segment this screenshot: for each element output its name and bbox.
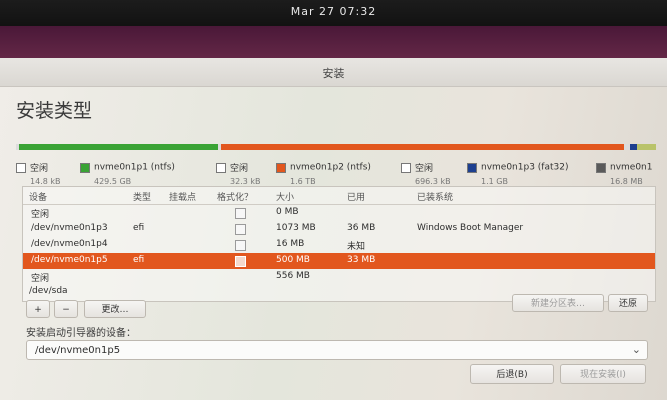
legend-name: 空闲 xyxy=(415,164,434,174)
partition-bar-segment xyxy=(19,144,218,150)
legend-name: nvme0n1p1 (ntfs) xyxy=(94,162,175,173)
legend-name: nvme0n1p2 (ntfs) xyxy=(290,162,371,173)
legend-name: nvme0n1 xyxy=(610,162,653,173)
new-partition-table-button[interactable]: 新建分区表… xyxy=(512,294,604,312)
format-checkbox[interactable] xyxy=(235,256,246,267)
table-row-selected[interactable]: /dev/nvme0n1p5 efi 500 MB 33 MB xyxy=(23,253,655,269)
cell-device: /dev/nvme0n1p5 xyxy=(31,255,108,265)
table-row[interactable]: 空闲 0 MB xyxy=(23,205,655,221)
install-now-button[interactable]: 现在安装(I) xyxy=(560,364,646,384)
cell-device: 空闲 xyxy=(31,274,50,284)
legend-swatch xyxy=(80,162,90,173)
cell-type: efi xyxy=(133,223,145,233)
legend-swatch xyxy=(16,162,26,173)
legend-size: 14.8 kB xyxy=(30,177,61,186)
cell-device: /dev/sda xyxy=(29,286,68,296)
partition-bar-segment xyxy=(220,144,624,150)
legend-size: 16.8 MB xyxy=(610,177,643,186)
bootloader-device-value: /dev/nvme0n1p5 xyxy=(35,345,121,356)
revert-button[interactable]: 还原 xyxy=(608,294,648,312)
legend-swatch xyxy=(596,162,606,173)
window-title: 安装 xyxy=(322,67,345,80)
partition-table: 设备 类型 挂载点 格式化？ 大小 已用 已装系统 空闲 0 MB /dev/n… xyxy=(22,186,656,302)
legend-name: 空闲 xyxy=(230,164,249,174)
legend-swatch xyxy=(401,162,411,173)
legend-size: 1.6 TB xyxy=(290,177,316,186)
cell-used: 36 MB xyxy=(347,223,376,233)
legend-item: nvme0n1 16.8 MB xyxy=(596,157,653,186)
change-partition-button[interactable]: 更改… xyxy=(84,300,146,318)
legend-size: 32.3 kB xyxy=(230,177,261,186)
partition-legend: 空闲 14.8 kB nvme0n1p1 (ntfs) 429.5 GB 空闲 … xyxy=(16,157,667,186)
format-checkbox[interactable] xyxy=(235,208,246,219)
installer-window: 安装 安装类型 空闲 14.8 kB nvme0n1p1 (ntfs) 429.… xyxy=(0,58,667,400)
col-system-header[interactable]: 已装系统 xyxy=(417,190,453,203)
format-checkbox[interactable] xyxy=(235,224,246,235)
legend-item: nvme0n1p2 (ntfs) 1.6 TB xyxy=(276,157,371,186)
cell-used: 未知 xyxy=(347,242,366,252)
legend-size: 696.3 kB xyxy=(415,177,451,186)
cell-type: efi xyxy=(133,255,145,265)
partition-bar xyxy=(16,144,656,150)
col-mount-header[interactable]: 挂载点 xyxy=(169,190,196,203)
bootloader-device-select[interactable]: /dev/nvme0n1p5 ⌄ xyxy=(26,340,648,360)
legend-item: nvme0n1p1 (ntfs) 429.5 GB xyxy=(80,157,175,186)
cell-size: 1073 MB xyxy=(276,223,316,233)
legend-size: 1.1 GB xyxy=(481,177,508,186)
remove-partition-button[interactable]: − xyxy=(54,300,78,318)
col-format-header[interactable]: 格式化？ xyxy=(217,190,253,203)
legend-swatch xyxy=(276,162,286,173)
legend-item: 空闲 696.3 kB xyxy=(401,157,451,186)
clock[interactable]: Mar 27 07:32 xyxy=(0,5,667,18)
col-size-header[interactable]: 大小 xyxy=(276,190,294,203)
cell-size: 16 MB xyxy=(276,239,305,249)
window-titlebar[interactable]: 安装 xyxy=(0,58,667,87)
legend-swatch xyxy=(467,162,477,173)
legend-size: 429.5 GB xyxy=(94,177,132,186)
legend-name: nvme0n1p3 (fat32) xyxy=(481,162,569,173)
legend-item: 空闲 32.3 kB xyxy=(216,157,260,186)
chevron-down-icon[interactable]: ⌄ xyxy=(632,343,641,356)
legend-item: 空闲 14.8 kB xyxy=(16,157,60,186)
cell-used: 33 MB xyxy=(347,255,376,265)
cell-size: 500 MB xyxy=(276,255,310,265)
back-button[interactable]: 后退(B) xyxy=(470,364,554,384)
col-device-header[interactable]: 设备 xyxy=(29,190,47,203)
partition-bar-segment xyxy=(636,144,656,150)
cell-device: 空闲 xyxy=(31,210,50,220)
format-checkbox[interactable] xyxy=(235,240,246,251)
col-used-header[interactable]: 已用 xyxy=(347,190,365,203)
cell-device: /dev/nvme0n1p4 xyxy=(31,239,108,249)
cell-device: /dev/nvme0n1p3 xyxy=(31,223,108,233)
table-row[interactable]: /dev/nvme0n1p3 efi 1073 MB 36 MB Windows… xyxy=(23,221,655,237)
top-bar: Mar 27 07:32 xyxy=(0,0,667,26)
col-type-header[interactable]: 类型 xyxy=(133,190,151,203)
add-partition-button[interactable]: + xyxy=(26,300,50,318)
legend-swatch xyxy=(216,162,226,173)
cell-system: Windows Boot Manager xyxy=(417,223,524,233)
table-row[interactable]: /dev/nvme0n1p4 16 MB 未知 xyxy=(23,237,655,253)
table-row[interactable]: 空闲 556 MB xyxy=(23,269,655,285)
cell-size: 0 MB xyxy=(276,207,299,217)
legend-item: nvme0n1p3 (fat32) 1.1 GB xyxy=(467,157,568,186)
table-header: 设备 类型 挂载点 格式化？ 大小 已用 已装系统 xyxy=(23,187,655,205)
bootloader-label: 安装启动引导器的设备： xyxy=(26,328,136,339)
legend-name: 空闲 xyxy=(30,164,49,174)
cell-size: 556 MB xyxy=(276,271,310,281)
page-title: 安装类型 xyxy=(16,100,93,122)
